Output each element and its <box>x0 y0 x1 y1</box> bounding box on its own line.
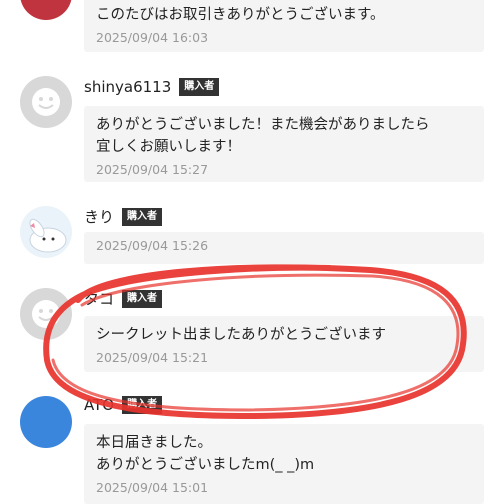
buyer-badge: 購入者 <box>122 289 163 308</box>
comment-timestamp: 2025/09/04 15:26 <box>96 238 209 253</box>
user-name[interactable]: ATO <box>84 396 114 414</box>
comment-timestamp: 2025/09/04 15:21 <box>96 350 209 365</box>
user-avatar[interactable] <box>20 0 72 20</box>
default-avatar-icon <box>32 300 60 328</box>
user-name[interactable]: shinya6113 <box>84 78 171 96</box>
comment-timestamp: 2025/09/04 16:03 <box>96 30 209 45</box>
comment-text: ありがとうございました！また機会がありましたら 宜しくお願いします！ <box>96 117 430 155</box>
user-name[interactable]: タコ <box>84 288 114 309</box>
buyer-badge: 購入者 <box>122 396 163 414</box>
comment-timestamp: 2025/09/04 15:01 <box>96 480 209 495</box>
comment-text: 本日届きました。 ありがとうございましたm(_ _)m <box>96 435 315 473</box>
user-avatar[interactable] <box>20 396 72 448</box>
comment-timestamp: 2025/09/04 15:27 <box>96 162 209 177</box>
buyer-badge: 購入者 <box>179 78 220 96</box>
buyer-badge: 購入者 <box>122 207 163 226</box>
comment-text: シークレット出ましたありがとうございます <box>96 327 386 343</box>
comment-bubble: シークレット出ましたありがとうございます 2025/09/04 15:21 <box>84 316 484 372</box>
comment-bubble: ありがとうございました！また機会がありましたら 宜しくお願いします！ 2025/… <box>84 106 484 182</box>
user-avatar[interactable] <box>20 76 72 128</box>
comment-bubble: 2025/09/04 15:26 <box>84 232 484 264</box>
comment-text: このたびはお取引きありがとうございます。 <box>96 7 385 23</box>
user-avatar[interactable] <box>20 288 72 340</box>
comment-bubble: このたびはお取引きありがとうございます。 2025/09/04 16:03 <box>84 0 484 52</box>
comment-bubble: 本日届きました。 ありがとうございましたm(_ _)m 2025/09/04 1… <box>84 424 484 504</box>
character-avatar-icon <box>29 218 67 253</box>
default-avatar-icon <box>32 88 60 116</box>
user-avatar[interactable] <box>20 206 72 258</box>
user-name[interactable]: きり <box>84 206 114 227</box>
